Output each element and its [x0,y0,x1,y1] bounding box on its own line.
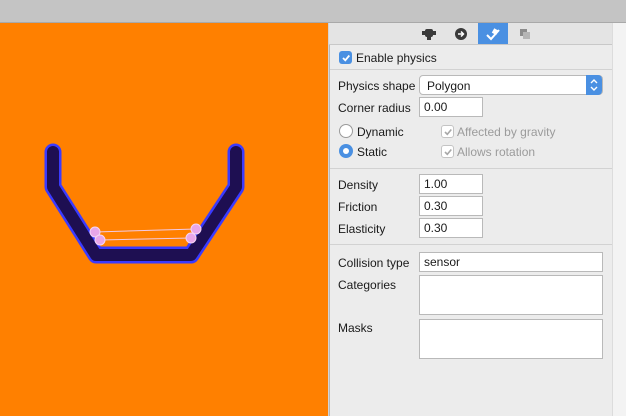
physics-shape-value: Polygon [427,79,471,93]
allows-rotation-checkbox[interactable] [441,145,454,158]
corner-radius-field[interactable]: 0.00 [419,97,483,117]
allows-rotation-label: Allows rotation [457,145,536,159]
enable-physics-label: Enable physics [356,51,437,65]
title-bar [0,0,626,23]
density-label: Density [338,178,379,192]
divider [330,168,612,169]
pin-icon [486,27,500,40]
inspector-scrollbar[interactable] [612,23,626,416]
elasticity-field[interactable]: 0.30 [419,218,483,238]
masks-label: Masks [338,321,373,335]
enable-physics-checkbox[interactable] [339,51,352,64]
affected-by-gravity-checkbox[interactable] [441,125,454,138]
elasticity-label: Elasticity [338,222,386,236]
tab-layers[interactable] [510,23,540,44]
friction-label: Friction [338,200,378,214]
vertex-handle[interactable] [185,232,197,244]
dynamic-label: Dynamic [357,125,404,139]
categories-label: Categories [338,278,397,292]
vertex-handle[interactable] [94,234,106,246]
categories-field[interactable] [419,275,603,315]
layers-icon [520,28,530,39]
physics-shape-label: Physics shape [338,79,416,93]
affected-by-gravity-label: Affected by gravity [457,125,556,139]
corner-radius-label: Corner radius [338,101,411,115]
collision-type-label: Collision type [338,256,410,270]
divider [330,69,612,70]
collision-type-field[interactable]: sensor [419,252,603,272]
node-icon [422,28,436,40]
polygon-edge-top [94,228,197,233]
masks-field[interactable] [419,319,603,359]
tab-physics[interactable] [478,23,508,44]
static-label: Static [357,145,388,159]
dynamic-radio[interactable] [339,124,353,138]
static-radio[interactable] [339,144,353,158]
scene-canvas[interactable] [0,23,328,416]
checkmark-icon [341,54,350,62]
density-field[interactable]: 1.00 [419,174,483,194]
tab-actions[interactable] [446,23,476,44]
checkmark-icon [443,128,452,135]
checkmark-icon [443,148,452,155]
divider [330,244,612,245]
polygon-edge-bottom [99,237,192,241]
tab-node[interactable] [414,23,444,44]
select-arrows-icon [586,75,602,95]
inspector-tabbar [329,23,612,45]
physics-shape-select[interactable]: Polygon [419,75,603,95]
scene-drawing [44,143,245,264]
vertex-handle[interactable] [190,223,202,235]
arrow-circle-icon [455,27,467,40]
friction-field[interactable]: 0.30 [419,196,483,216]
